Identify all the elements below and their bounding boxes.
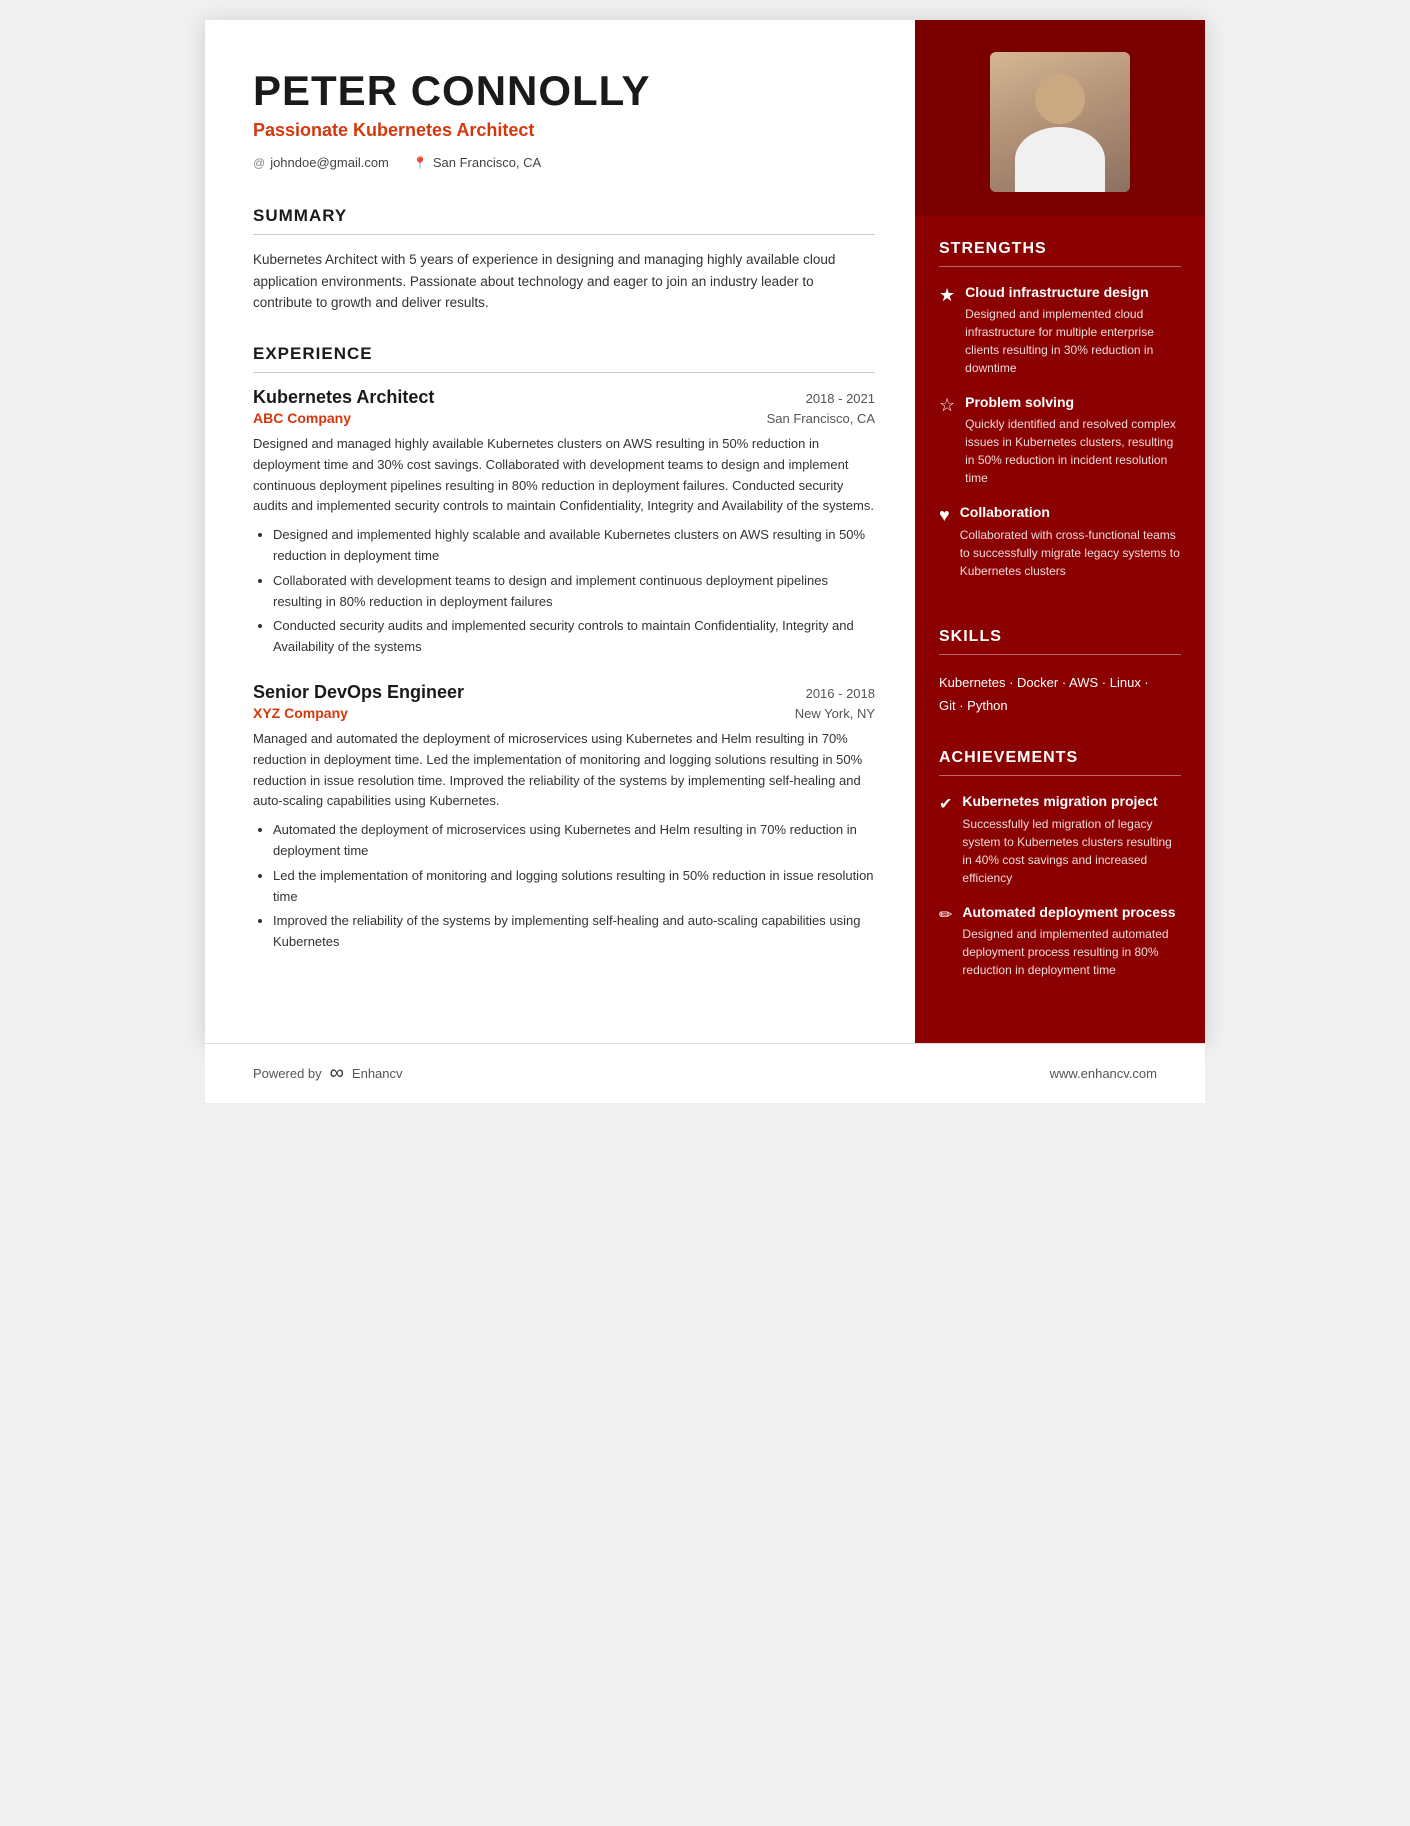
achievement-title-2: Automated deployment process xyxy=(962,903,1181,921)
achievement-icon-1: ✔ xyxy=(939,794,952,886)
footer-powered: Powered by ∞ Enhancv xyxy=(253,1062,403,1085)
strength-content-3: Collaboration Collaborated with cross-fu… xyxy=(960,503,1181,579)
strength-item-1: ★ Cloud infrastructure design Designed a… xyxy=(939,283,1181,377)
job-company-row-1: ABC Company San Francisco, CA xyxy=(253,410,875,426)
location-value: San Francisco, CA xyxy=(433,155,541,170)
strength-content-1: Cloud infrastructure design Designed and… xyxy=(965,283,1181,377)
strength-desc-1: Designed and implemented cloud infrastru… xyxy=(965,305,1181,377)
right-column: STRENGTHS ★ Cloud infrastructure design … xyxy=(915,20,1205,1043)
email-value: johndoe@gmail.com xyxy=(270,155,389,170)
bullet-1-1: Designed and implemented highly scalable… xyxy=(273,525,875,567)
bullet-2-2: Led the implementation of monitoring and… xyxy=(273,866,875,908)
job-company-row-2: XYZ Company New York, NY xyxy=(253,705,875,721)
strength-icon-2: ☆ xyxy=(939,395,955,487)
strength-icon-3: ♥ xyxy=(939,505,950,579)
strength-item-2: ☆ Problem solving Quickly identified and… xyxy=(939,393,1181,487)
skills-section: SKILLS Kubernetes · Docker · AWS · Linux… xyxy=(915,604,1205,726)
skills-title: SKILLS xyxy=(939,628,1181,655)
header-contact: @ johndoe@gmail.com 📍 San Francisco, CA xyxy=(253,155,875,170)
summary-title: SUMMARY xyxy=(253,206,875,235)
job-entry-2: Senior DevOps Engineer 2016 - 2018 XYZ C… xyxy=(253,682,875,953)
bullet-2-1: Automated the deployment of microservice… xyxy=(273,820,875,862)
strength-desc-2: Quickly identified and resolved complex … xyxy=(965,415,1181,487)
bullet-2-3: Improved the reliability of the systems … xyxy=(273,911,875,953)
location-contact: 📍 San Francisco, CA xyxy=(413,155,541,170)
job-dates-2: 2016 - 2018 xyxy=(806,686,875,701)
resume-name: PETER CONNOLLY xyxy=(253,68,875,114)
bullet-1-3: Conducted security audits and implemente… xyxy=(273,616,875,658)
strength-icon-1: ★ xyxy=(939,285,955,377)
achievement-item-1: ✔ Kubernetes migration project Successfu… xyxy=(939,792,1181,886)
job-company-2: XYZ Company xyxy=(253,705,348,721)
footer: Powered by ∞ Enhancv www.enhancv.com xyxy=(205,1043,1205,1103)
resume-title: Passionate Kubernetes Architect xyxy=(253,120,875,141)
achievement-desc-1: Successfully led migration of legacy sys… xyxy=(962,815,1181,887)
skills-line2: Git · Python xyxy=(939,694,1181,717)
strength-title-2: Problem solving xyxy=(965,393,1181,411)
enhancv-logo-icon: ∞ xyxy=(330,1062,344,1085)
job-location-2: New York, NY xyxy=(795,706,875,721)
job-title-1: Kubernetes Architect xyxy=(253,387,434,408)
experience-section: EXPERIENCE Kubernetes Architect 2018 - 2… xyxy=(253,344,875,953)
achievement-content-1: Kubernetes migration project Successfull… xyxy=(962,792,1181,886)
location-icon: 📍 xyxy=(413,156,428,170)
powered-by-text: Powered by xyxy=(253,1066,322,1081)
experience-title: EXPERIENCE xyxy=(253,344,875,373)
job-company-1: ABC Company xyxy=(253,410,351,426)
email-contact: @ johndoe@gmail.com xyxy=(253,155,389,170)
achievement-desc-2: Designed and implemented automated deplo… xyxy=(962,925,1181,979)
bullet-1-2: Collaborated with development teams to d… xyxy=(273,571,875,613)
job-bullets-2: Automated the deployment of microservice… xyxy=(253,820,875,953)
job-entry-1: Kubernetes Architect 2018 - 2021 ABC Com… xyxy=(253,387,875,658)
strengths-title: STRENGTHS xyxy=(939,240,1181,267)
job-header-2: Senior DevOps Engineer 2016 - 2018 xyxy=(253,682,875,703)
strength-title-3: Collaboration xyxy=(960,503,1181,521)
summary-text: Kubernetes Architect with 5 years of exp… xyxy=(253,249,875,314)
strength-item-3: ♥ Collaboration Collaborated with cross-… xyxy=(939,503,1181,579)
footer-website: www.enhancv.com xyxy=(1050,1066,1157,1081)
email-icon: @ xyxy=(253,156,265,170)
achievements-section: ACHIEVEMENTS ✔ Kubernetes migration proj… xyxy=(915,725,1205,1002)
skills-line1: Kubernetes · Docker · AWS · Linux · xyxy=(939,671,1181,694)
strength-content-2: Problem solving Quickly identified and r… xyxy=(965,393,1181,487)
achievement-item-2: ✏ Automated deployment process Designed … xyxy=(939,903,1181,979)
profile-photo-area xyxy=(915,20,1205,216)
job-description-2: Managed and automated the deployment of … xyxy=(253,729,875,812)
strengths-section: STRENGTHS ★ Cloud infrastructure design … xyxy=(915,216,1205,604)
job-location-1: San Francisco, CA xyxy=(767,411,875,426)
job-description-1: Designed and managed highly available Ku… xyxy=(253,434,875,517)
brand-name: Enhancv xyxy=(352,1066,403,1081)
profile-photo xyxy=(990,52,1130,192)
profile-photo-placeholder xyxy=(990,52,1130,192)
achievement-content-2: Automated deployment process Designed an… xyxy=(962,903,1181,979)
job-dates-1: 2018 - 2021 xyxy=(806,391,875,406)
strength-desc-3: Collaborated with cross-functional teams… xyxy=(960,526,1181,580)
achievement-title-1: Kubernetes migration project xyxy=(962,792,1181,810)
strength-title-1: Cloud infrastructure design xyxy=(965,283,1181,301)
summary-section: SUMMARY Kubernetes Architect with 5 year… xyxy=(253,206,875,314)
achievement-icon-2: ✏ xyxy=(939,905,952,979)
job-bullets-1: Designed and implemented highly scalable… xyxy=(253,525,875,658)
job-title-2: Senior DevOps Engineer xyxy=(253,682,464,703)
job-header-1: Kubernetes Architect 2018 - 2021 xyxy=(253,387,875,408)
achievements-title: ACHIEVEMENTS xyxy=(939,749,1181,776)
